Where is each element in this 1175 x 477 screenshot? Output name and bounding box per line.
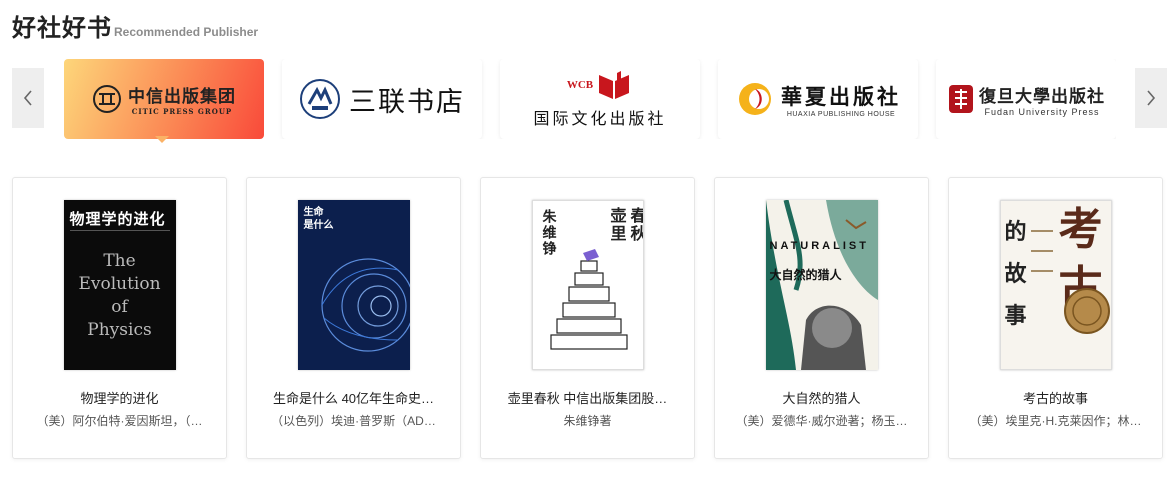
book-card[interactable]: 朱维铮 壶里 春秋 壶里春秋 中信出版集团股… 朱维铮著: [480, 177, 695, 459]
cover-rule: [69, 230, 170, 231]
section-subtitle: Recommended Publisher: [114, 25, 259, 39]
sanlian-logo-icon: [300, 79, 340, 119]
publisher-tab-sanlian[interactable]: 三联书店: [282, 59, 482, 139]
cover-en-line: Evolution: [78, 274, 161, 294]
publisher-name-en: HUAXIA PUBLISHING HOUSE: [786, 110, 896, 118]
publisher-tab-fudan[interactable]: 復旦大學出版社 Fudan University Press: [936, 59, 1116, 139]
publisher-name: 国际文化出版社: [533, 109, 667, 128]
book-author: （美）埃里克·H.克莱因作；林…: [969, 414, 1142, 428]
cover-en-title: NATURALIST: [769, 240, 869, 252]
cover-title: 物理学的进化: [69, 210, 166, 228]
book-card[interactable]: 物理学的进化 The Evolution of Physics 物理学的进化 （…: [12, 177, 227, 459]
carousel-prev-button[interactable]: [12, 68, 44, 128]
book-title: 考古的故事: [1022, 391, 1088, 406]
book-author: （以色列）埃迪·普罗斯（AD…: [271, 414, 436, 428]
publisher-name-en: CITIC PRESS GROUP: [131, 107, 233, 116]
fudan-seal-icon: [949, 85, 973, 113]
cover-en-line: of: [111, 297, 128, 317]
cover-en-title: The Evolution of Physics: [64, 250, 176, 342]
naturalist-portrait-image: [765, 200, 878, 370]
chevron-left-icon: [23, 90, 32, 106]
wcb-logo-text: WCB: [566, 79, 594, 91]
book-cover: 物理学的进化 The Evolution of Physics: [63, 200, 176, 370]
publisher-name: 復旦大學出版社: [979, 86, 1105, 107]
coin-image: [1030, 230, 1110, 334]
book-author: 朱维铮著: [563, 414, 612, 428]
book-author: （美）爱德华·威尔逊著；杨玉…: [735, 414, 908, 428]
chevron-right-icon: [1147, 90, 1156, 106]
book-cover: 生命 是什么: [297, 200, 410, 370]
book-card[interactable]: NATURALIST 大自然的猎人 大自然的猎人 （美）爱德华·威尔逊著；杨玉…: [714, 177, 929, 459]
book-cover: NATURALIST 大自然的猎人: [765, 200, 878, 370]
publisher-tab-citic[interactable]: 中信出版集团 CITIC PRESS GROUP: [64, 59, 264, 139]
book-author: （美）阿尔伯特·爱因斯坦，（…: [36, 414, 203, 428]
book-logo-icon: [599, 71, 630, 99]
book-title: 壶里春秋 中信出版集团股…: [507, 391, 668, 406]
active-publisher-indicator: [155, 136, 169, 143]
book-title: 物理学的进化: [80, 391, 159, 406]
book-cover: 朱维铮 壶里 春秋: [531, 200, 644, 370]
cover-en-line: Physics: [87, 320, 152, 340]
wcb-logo: WCB: [567, 69, 633, 101]
citic-logo-icon: [93, 85, 121, 113]
book-title: 大自然的猎人: [782, 391, 861, 406]
publisher-tab-wcb[interactable]: WCB 国际文化出版社: [500, 59, 700, 139]
stacked-squares-image: [549, 249, 628, 350]
book-card[interactable]: 的 故 事 考 古 考古的故事 （美）埃里克·H.克莱因作；林…: [948, 177, 1163, 459]
book-card[interactable]: 生命 是什么 生命是什么 40亿年生命史… （以色列）埃迪·普罗斯（AD…: [246, 177, 461, 459]
publisher-carousel: 中信出版集团 CITIC PRESS GROUP 三联书店 WCB 国际文化出版…: [64, 59, 1116, 139]
section-title: 好社好书: [12, 15, 112, 42]
huaxia-logo-icon: [739, 83, 771, 115]
publisher-name: 華夏出版社: [781, 83, 901, 109]
section-header: 好社好书 Recommended Publisher: [12, 8, 258, 44]
publisher-name-en: Fudan University Press: [984, 106, 1100, 117]
book-title: 生命是什么 40亿年生命史…: [272, 391, 435, 406]
cover-title: 大自然的猎人: [769, 268, 842, 282]
nautilus-shell-image: [320, 258, 410, 352]
publisher-tab-huaxia[interactable]: 華夏出版社 HUAXIA PUBLISHING HOUSE: [718, 59, 918, 139]
publisher-name: 中信出版集团: [128, 87, 236, 107]
carousel-next-button[interactable]: [1135, 68, 1167, 128]
publisher-name: 三联书店: [349, 86, 465, 118]
cover-en-line: The: [103, 251, 136, 271]
book-cover: 的 故 事 考 古: [999, 200, 1112, 370]
